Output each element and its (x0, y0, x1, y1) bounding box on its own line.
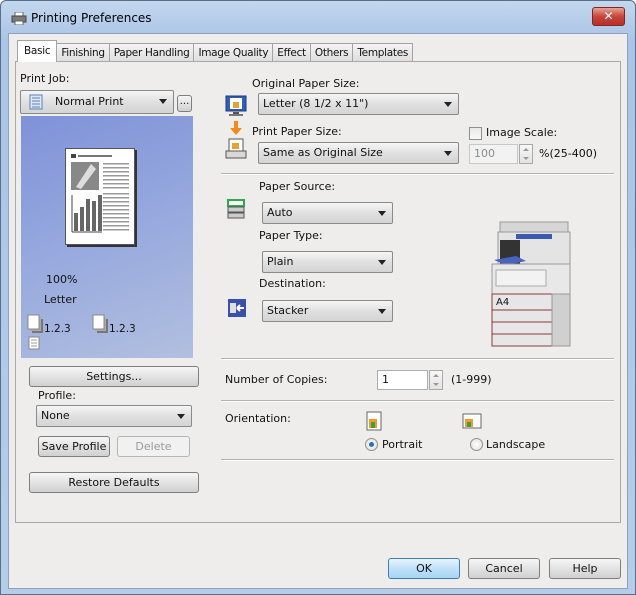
restore-defaults-button[interactable]: Restore Defaults (29, 472, 199, 493)
chevron-down-icon (177, 414, 185, 419)
tab-finishing[interactable]: Finishing (56, 43, 110, 62)
chevron-down-icon (378, 211, 386, 216)
destination-label: Destination: (259, 277, 326, 290)
landscape-label: Landscape (486, 438, 546, 451)
arrow-down-icon (230, 121, 242, 135)
tab-strip: Basic Finishing Paper Handling Image Qua… (17, 40, 414, 62)
dialog-client: Basic Finishing Paper Handling Image Qua… (8, 33, 628, 589)
chevron-down-icon (378, 309, 386, 314)
preview-paper-text: Letter (44, 293, 77, 306)
landscape-icon (462, 413, 482, 429)
delete-profile-button[interactable]: Delete (117, 436, 190, 457)
print-job-options-button[interactable]: ... (177, 95, 192, 112)
collate-stack-icon (92, 314, 108, 333)
paper-source-value: Auto (267, 206, 293, 219)
printer-tray-label: A4 (496, 297, 510, 308)
settings-button-label: Settings... (86, 370, 142, 383)
document-icon (29, 94, 43, 110)
document-thumbnail (65, 148, 135, 245)
printer-icon (11, 12, 27, 25)
copies-range: (1-999) (451, 373, 492, 386)
divider (221, 173, 614, 175)
paper-type-label: Paper Type: (259, 229, 323, 242)
image-scale-label: Image Scale: (486, 126, 558, 139)
basic-tab-panel: Print Job: Normal Print ... 100% Letter … (15, 61, 621, 523)
image-scale-range: %(25-400) (539, 147, 597, 160)
portrait-radio[interactable] (365, 438, 378, 451)
orientation-label: Orientation: (225, 412, 291, 425)
destination-dropdown[interactable]: Stacker (262, 300, 393, 322)
chevron-down-icon (159, 99, 167, 104)
printing-preferences-window: Printing Preferences ✕ Basic Finishing P… (0, 0, 636, 595)
print-job-label: Print Job: (20, 72, 70, 85)
collate-stack-icon (27, 314, 43, 333)
collate-text-1: 1.2.3 (44, 323, 71, 335)
divider (221, 400, 614, 402)
paper-tray-icon (227, 199, 245, 219)
profile-value: None (41, 409, 70, 422)
copies-spinner[interactable] (429, 370, 443, 390)
portrait-icon (366, 411, 382, 431)
divider (221, 459, 614, 461)
image-scale-spinner[interactable] (519, 144, 533, 164)
paper-type-value: Plain (267, 255, 294, 268)
save-profile-button[interactable]: Save Profile (38, 436, 110, 457)
preview-zoom-text: 100% (46, 273, 78, 286)
chevron-down-icon (444, 151, 452, 156)
original-paper-size-dropdown[interactable]: Letter (8 1/2 x 11") (258, 93, 459, 115)
print-job-value: Normal Print (55, 95, 124, 108)
divider (221, 358, 614, 360)
portrait-label: Portrait (382, 438, 423, 451)
original-paper-size-label: Original Paper Size: (252, 77, 360, 90)
printer-document-icon (225, 138, 247, 159)
tab-paper-handling[interactable]: Paper Handling (108, 43, 195, 62)
print-paper-size-label: Print Paper Size: (252, 125, 342, 138)
ok-button[interactable]: OK (388, 558, 460, 579)
paper-type-dropdown[interactable]: Plain (262, 251, 393, 273)
tab-others[interactable]: Others (309, 43, 354, 62)
document-preview-icon (71, 154, 129, 233)
print-paper-size-dropdown[interactable]: Same as Original Size (258, 142, 459, 164)
chevron-down-icon (378, 260, 386, 265)
cancel-button[interactable]: Cancel (468, 558, 540, 579)
tab-image-quality[interactable]: Image Quality (193, 43, 274, 62)
window-title: Printing Preferences (31, 11, 152, 25)
image-scale-checkbox[interactable] (469, 127, 482, 140)
close-button[interactable]: ✕ (592, 7, 625, 26)
printer-machine-illustration (491, 221, 571, 347)
paper-source-dropdown[interactable]: Auto (262, 202, 393, 224)
profile-label: Profile: (38, 389, 76, 402)
landscape-radio[interactable] (470, 438, 483, 451)
copies-label: Number of Copies: (225, 373, 328, 386)
copies-input[interactable]: 1 (377, 370, 428, 390)
print-preview: 100% Letter 1.2.3 1.2.3 (21, 116, 193, 358)
print-job-dropdown[interactable]: Normal Print (20, 90, 174, 114)
help-button[interactable]: Help (549, 558, 621, 579)
tab-effect[interactable]: Effect (272, 43, 311, 62)
chevron-down-icon (444, 102, 452, 107)
output-stacker-icon (228, 299, 246, 317)
tab-basic[interactable]: Basic (17, 40, 58, 62)
single-page-icon (28, 336, 40, 350)
destination-value: Stacker (267, 304, 309, 317)
print-paper-size-value: Same as Original Size (263, 146, 383, 159)
paper-source-label: Paper Source: (259, 180, 336, 193)
title-bar[interactable]: Printing Preferences ✕ (1, 1, 635, 35)
monitor-document-icon (225, 95, 247, 116)
profile-dropdown[interactable]: None (36, 405, 192, 427)
tab-templates[interactable]: Templates (352, 43, 414, 62)
original-paper-size-value: Letter (8 1/2 x 11") (263, 97, 369, 110)
collate-text-2: 1.2.3 (109, 323, 136, 335)
settings-button[interactable]: Settings... (29, 366, 199, 387)
image-scale-input[interactable]: 100 (469, 144, 518, 164)
